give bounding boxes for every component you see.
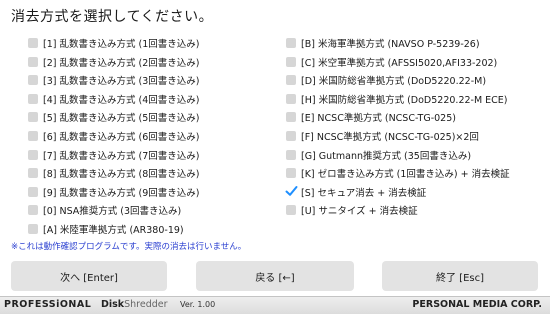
checkbox-icon[interactable] — [286, 168, 296, 179]
erase-method-option[interactable]: [S] セキュア消去 + 消去検証 — [285, 183, 510, 201]
erase-method-option[interactable]: [U] サニタイズ + 消去検証 — [286, 201, 510, 219]
erase-method-option[interactable]: [3] 乱数書き込み方式 (3回書き込み) — [28, 71, 199, 89]
option-label: [D] 米国防総省準拠方式 (DoD5220.22-M) — [301, 76, 487, 88]
checkbox-icon[interactable] — [286, 149, 296, 160]
erase-method-option[interactable]: [1] 乱数書き込み方式 (1回書き込み) — [28, 34, 199, 52]
erase-method-option[interactable]: [5] 乱数書き込み方式 (5回書き込み) — [28, 108, 199, 126]
checkbox-icon[interactable] — [28, 130, 38, 141]
erase-method-option[interactable]: [8] 乱数書き込み方式 (8回書き込み) — [28, 164, 199, 182]
erase-method-option[interactable]: [F] NCSC準拠方式 (NCSC-TG-025)×2回 — [286, 127, 510, 145]
erase-method-option[interactable]: [B] 米海軍準拠方式 (NAVSO P-5239-26) — [286, 34, 510, 52]
checkbox-icon[interactable] — [28, 93, 38, 104]
option-label: [H] 米国防総省準拠方式 (DoD5220.22-M ECE) — [301, 94, 508, 106]
product-logo-part2: Shredder — [124, 299, 168, 310]
quit-button[interactable]: 終了 [Esc] — [382, 261, 538, 291]
option-label: [0] NSA推奨方式 (3回書き込み) — [43, 206, 182, 218]
checkbox-icon[interactable] — [286, 112, 296, 123]
checkbox-icon[interactable] — [28, 112, 38, 123]
note-text: ※これは動作確認プログラムです。実際の消去は行いません。 — [11, 242, 247, 252]
erase-method-option[interactable]: [7] 乱数書き込み方式 (7回書き込み) — [28, 146, 199, 164]
option-label: [E] NCSC準拠方式 (NCSC-TG-025) — [301, 113, 456, 125]
checkbox-icon[interactable] — [286, 38, 296, 48]
erase-method-option[interactable]: [2] 乱数書き込み方式 (2回書き込み) — [28, 53, 199, 71]
option-label: [S] セキュア消去 + 消去検証 — [301, 187, 427, 199]
checked-checkbox-icon[interactable] — [285, 185, 298, 197]
product-logo: DiskShredder — [101, 299, 168, 310]
checkbox-icon[interactable] — [286, 56, 296, 67]
erase-method-option[interactable]: [4] 乱数書き込み方式 (4回書き込み) — [28, 90, 199, 108]
checkbox-icon[interactable] — [28, 186, 38, 197]
checkbox-icon[interactable] — [28, 223, 38, 234]
option-label: [8] 乱数書き込み方式 (8回書き込み) — [43, 169, 200, 181]
erase-method-option[interactable]: [D] 米国防総省準拠方式 (DoD5220.22-M) — [286, 71, 510, 89]
option-label: [F] NCSC準拠方式 (NCSC-TG-025)×2回 — [301, 131, 479, 143]
product-logo-part1: Disk — [101, 299, 125, 310]
option-label: [K] ゼロ書き込み方式 (1回書き込み) + 消去検証 — [301, 169, 510, 181]
option-label: [G] Gutmann推奨方式 (35回書き込み) — [301, 150, 472, 162]
product-edition: PROFESSiONAL — [4, 299, 92, 310]
option-label: [9] 乱数書き込み方式 (9回書き込み) — [43, 187, 200, 199]
checkbox-icon[interactable] — [28, 205, 38, 216]
checkbox-icon[interactable] — [28, 168, 38, 179]
company-name: PERSONAL MEDIA CORP. — [412, 299, 542, 310]
option-label: [A] 米陸軍準拠方式 (AR380-19) — [43, 224, 184, 236]
option-label: [4] 乱数書き込み方式 (4回書き込み) — [43, 94, 200, 106]
option-label: [2] 乱数書き込み方式 (2回書き込み) — [43, 57, 200, 69]
erase-method-option[interactable]: [K] ゼロ書き込み方式 (1回書き込み) + 消去検証 — [286, 164, 510, 182]
checkbox-icon[interactable] — [286, 93, 296, 104]
option-label: [3] 乱数書き込み方式 (3回書き込み) — [43, 76, 200, 88]
option-label: [B] 米海軍準拠方式 (NAVSO P-5239-26) — [301, 39, 480, 50]
option-label: [U] サニタイズ + 消去検証 — [301, 206, 418, 218]
checkbox-icon[interactable] — [28, 38, 38, 48]
erase-method-option[interactable]: [9] 乱数書き込み方式 (9回書き込み) — [28, 183, 199, 201]
erase-method-option[interactable]: [0] NSA推奨方式 (3回書き込み) — [28, 201, 199, 219]
checkbox-icon[interactable] — [28, 56, 38, 67]
next-button[interactable]: 次へ [Enter] — [11, 261, 167, 291]
option-label: [5] 乱数書き込み方式 (5回書き込み) — [43, 113, 200, 125]
option-label: [1] 乱数書き込み方式 (1回書き込み) — [43, 39, 200, 50]
page-title: 消去方式を選択してください。 — [11, 9, 214, 25]
back-button[interactable]: 戻る [←] — [196, 261, 354, 291]
checkbox-icon[interactable] — [28, 149, 38, 160]
checkbox-icon[interactable] — [28, 75, 38, 86]
checkbox-icon[interactable] — [286, 205, 296, 216]
options-left-column: [1] 乱数書き込み方式 (1回書き込み) [2] 乱数書き込み方式 (2回書き込… — [28, 34, 199, 239]
version-label: Ver. 1.00 — [180, 300, 216, 309]
option-label: [7] 乱数書き込み方式 (7回書き込み) — [43, 150, 200, 162]
checkbox-icon[interactable] — [286, 75, 296, 86]
erase-method-option[interactable]: [H] 米国防総省準拠方式 (DoD5220.22-M ECE) — [286, 90, 510, 108]
footer-bar: PROFESSiONAL DiskShredder Ver. 1.00 PERS… — [0, 296, 550, 314]
checkbox-icon[interactable] — [286, 130, 296, 141]
option-label: [6] 乱数書き込み方式 (6回書き込み) — [43, 131, 200, 143]
erase-method-option[interactable]: [G] Gutmann推奨方式 (35回書き込み) — [286, 146, 510, 164]
options-right-column: [B] 米海軍準拠方式 (NAVSO P-5239-26) [C] 米空軍準拠方式… — [285, 34, 510, 220]
option-label: [C] 米空軍準拠方式 (AFSSI5020,AFI33-202) — [301, 57, 498, 69]
erase-method-option[interactable]: [A] 米陸軍準拠方式 (AR380-19) — [28, 220, 199, 238]
erase-method-option[interactable]: [E] NCSC準拠方式 (NCSC-TG-025) — [286, 108, 510, 126]
erase-method-option[interactable]: [C] 米空軍準拠方式 (AFSSI5020,AFI33-202) — [286, 53, 510, 71]
erase-method-option[interactable]: [6] 乱数書き込み方式 (6回書き込み) — [28, 127, 199, 145]
